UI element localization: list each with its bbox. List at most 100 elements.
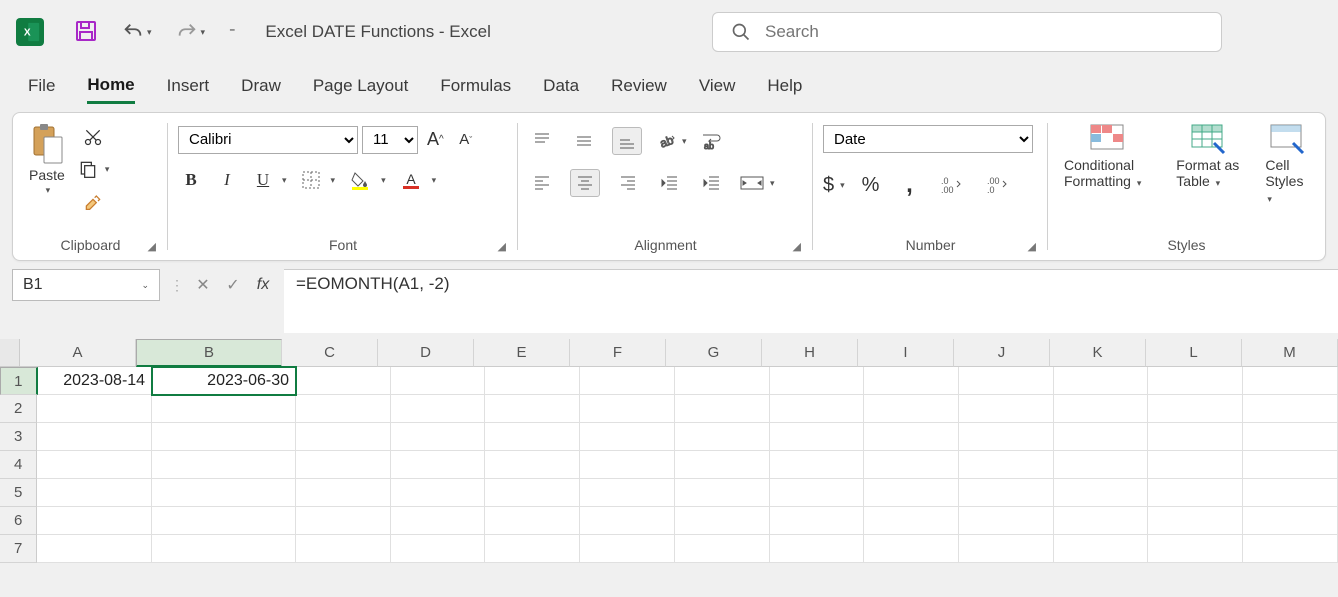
cell-J2[interactable] [959, 395, 1054, 423]
tab-data[interactable]: Data [543, 70, 579, 102]
select-all-corner[interactable] [0, 339, 20, 367]
cell-E2[interactable] [485, 395, 580, 423]
row-header-3[interactable]: 3 [0, 423, 37, 451]
cell-K5[interactable] [1054, 479, 1149, 507]
cell-C6[interactable] [296, 507, 391, 535]
cell-I4[interactable] [864, 451, 959, 479]
cell-F7[interactable] [580, 535, 675, 563]
search-input[interactable] [765, 22, 1203, 42]
row-header-4[interactable]: 4 [0, 451, 37, 479]
cell-F2[interactable] [580, 395, 675, 423]
cell-D2[interactable] [391, 395, 486, 423]
cell-G2[interactable] [675, 395, 770, 423]
cell-H2[interactable] [770, 395, 865, 423]
tab-formulas[interactable]: Formulas [440, 70, 511, 102]
row-header-7[interactable]: 7 [0, 535, 37, 563]
cell-E6[interactable] [485, 507, 580, 535]
cell-K1[interactable] [1054, 367, 1149, 395]
align-left-button[interactable] [528, 170, 556, 196]
column-header-L[interactable]: L [1146, 339, 1242, 367]
cell-E7[interactable] [485, 535, 580, 563]
cell-M3[interactable] [1243, 423, 1338, 451]
cell-B7[interactable] [152, 535, 296, 563]
cell-J4[interactable] [959, 451, 1054, 479]
redo-button[interactable]: ▾ [176, 21, 206, 43]
cell-B1[interactable]: 2023-06-30 [152, 367, 296, 395]
cell-A7[interactable] [37, 535, 151, 563]
column-header-G[interactable]: G [666, 339, 762, 367]
cell-J7[interactable] [959, 535, 1054, 563]
increase-indent-button[interactable] [698, 170, 726, 196]
cut-button[interactable] [77, 123, 110, 151]
tab-view[interactable]: View [699, 70, 736, 102]
bold-button[interactable]: B [178, 166, 204, 194]
font-color-button[interactable]: A [396, 166, 426, 194]
tab-page-layout[interactable]: Page Layout [313, 70, 408, 102]
cell-F6[interactable] [580, 507, 675, 535]
comma-format-button[interactable]: , [896, 167, 922, 203]
format-painter-button[interactable] [77, 187, 110, 215]
tab-draw[interactable]: Draw [241, 70, 281, 102]
tab-review[interactable]: Review [611, 70, 667, 102]
cell-E5[interactable] [485, 479, 580, 507]
accounting-format-button[interactable]: $▾ [823, 174, 845, 197]
borders-button[interactable] [297, 167, 325, 193]
cell-H3[interactable] [770, 423, 865, 451]
column-header-I[interactable]: I [858, 339, 954, 367]
cell-G3[interactable] [675, 423, 770, 451]
column-header-F[interactable]: F [570, 339, 666, 367]
cell-G5[interactable] [675, 479, 770, 507]
undo-button[interactable]: ▾ [122, 21, 152, 43]
qat-customize-button[interactable]: ⁼ [229, 25, 235, 39]
decrease-indent-button[interactable] [656, 170, 684, 196]
cell-E1[interactable] [485, 367, 580, 395]
font-size-select[interactable]: 11 [362, 126, 418, 154]
percent-format-button[interactable]: % [857, 170, 885, 201]
cell-L7[interactable] [1148, 535, 1243, 563]
decrease-decimal-button[interactable]: .00.0 [980, 171, 1014, 199]
cell-B5[interactable] [152, 479, 296, 507]
formula-bar[interactable]: =EOMONTH(A1, -2) [284, 269, 1338, 333]
font-launcher-icon[interactable]: ◢ [498, 240, 506, 253]
tab-help[interactable]: Help [767, 70, 802, 102]
cell-A3[interactable] [37, 423, 151, 451]
cell-K4[interactable] [1054, 451, 1149, 479]
column-header-C[interactable]: C [282, 339, 378, 367]
cell-I2[interactable] [864, 395, 959, 423]
cell-H1[interactable] [770, 367, 865, 395]
cell-L4[interactable] [1148, 451, 1243, 479]
row-header-2[interactable]: 2 [0, 395, 37, 423]
cell-K7[interactable] [1054, 535, 1149, 563]
cell-D6[interactable] [391, 507, 486, 535]
cell-K2[interactable] [1054, 395, 1149, 423]
align-top-button[interactable] [528, 128, 556, 154]
save-icon[interactable] [54, 19, 98, 46]
column-header-D[interactable]: D [378, 339, 474, 367]
conditional-formatting-button[interactable]: Conditional Formatting ▾ [1058, 119, 1156, 193]
cell-C3[interactable] [296, 423, 391, 451]
cell-M2[interactable] [1243, 395, 1338, 423]
cancel-formula-button[interactable]: ✕ [192, 274, 214, 296]
cell-K3[interactable] [1054, 423, 1149, 451]
cell-F1[interactable] [580, 367, 675, 395]
cell-C1[interactable] [296, 367, 391, 395]
search-box[interactable] [712, 12, 1222, 52]
align-right-button[interactable] [614, 170, 642, 196]
merge-center-button[interactable]: ▾ [740, 174, 775, 192]
tab-home[interactable]: Home [87, 69, 134, 104]
cell-H6[interactable] [770, 507, 865, 535]
cell-A4[interactable] [37, 451, 151, 479]
cell-L5[interactable] [1148, 479, 1243, 507]
cell-I6[interactable] [864, 507, 959, 535]
cell-B3[interactable] [152, 423, 296, 451]
cell-B2[interactable] [152, 395, 296, 423]
clipboard-launcher-icon[interactable]: ◢ [148, 240, 156, 253]
cell-C2[interactable] [296, 395, 391, 423]
increase-decimal-button[interactable]: .0.00 [934, 171, 968, 199]
increase-font-button[interactable]: A^ [422, 125, 449, 154]
cell-J6[interactable] [959, 507, 1054, 535]
decrease-font-button[interactable]: Aˇ [453, 127, 479, 153]
cell-L2[interactable] [1148, 395, 1243, 423]
cell-C4[interactable] [296, 451, 391, 479]
number-format-select[interactable]: Date [823, 125, 1033, 153]
